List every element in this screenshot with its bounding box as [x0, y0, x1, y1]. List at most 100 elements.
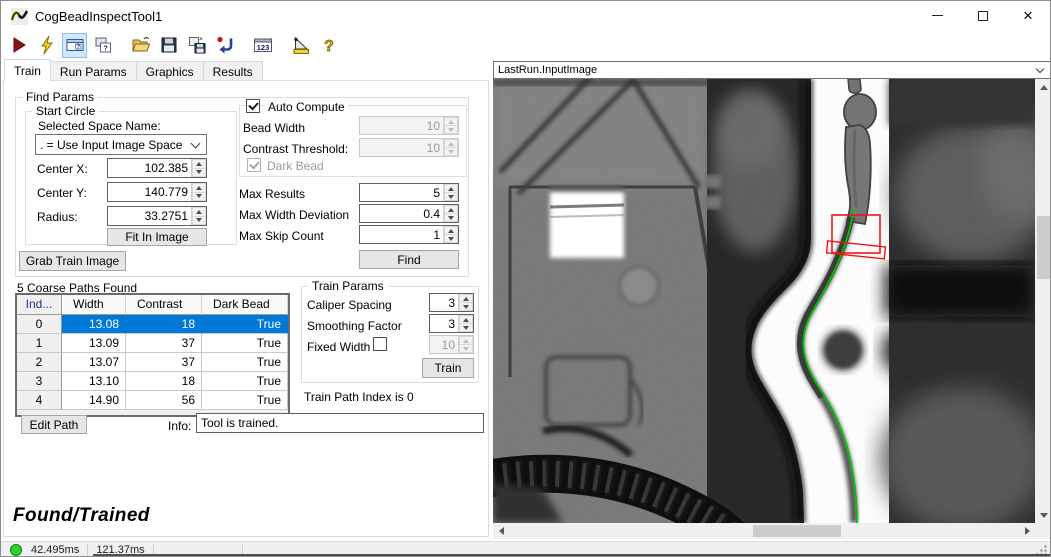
vertical-scroll-thumb[interactable] [1037, 216, 1050, 279]
svg-text:?: ? [324, 38, 334, 55]
train-path-index-note: Train Path Index is 0 [304, 390, 414, 404]
status-ok-icon [10, 544, 22, 556]
image-vertical-scrollbar[interactable] [1035, 79, 1050, 523]
tool-edit-window-button[interactable]: ? [62, 32, 87, 58]
auto-compute-label: Auto Compute [265, 100, 348, 114]
contrast-threshold-value: 10 [426, 141, 440, 155]
space-name-combo[interactable]: . = Use Input Image Space [35, 134, 207, 155]
scroll-right-button[interactable] [1019, 523, 1035, 539]
radius-field[interactable]: 33.2751 [107, 206, 207, 226]
coarse-paths-table: Ind... Width Contrast Dark Bead 0 13.08 … [15, 293, 290, 417]
lightning-icon [40, 35, 53, 55]
max-results-field[interactable]: 5 [359, 183, 459, 202]
fixed-width-value: 10 [441, 338, 455, 352]
save-button[interactable] [156, 33, 181, 58]
tab-run-params[interactable]: Run Params [49, 61, 137, 81]
table-row[interactable]: 4 14.90 56 True [17, 391, 288, 410]
cell-darkbead: True [202, 391, 288, 410]
cell-contrast: 37 [126, 334, 202, 353]
chevron-down-icon [190, 138, 201, 148]
edit-path-button[interactable]: Edit Path [21, 415, 87, 434]
bead-width-spinner [443, 117, 458, 134]
smoothing-factor-field[interactable]: 3 [429, 314, 474, 333]
cell-contrast: 56 [126, 391, 202, 410]
dark-bead-checkbox [247, 158, 261, 172]
grab-train-image-button[interactable]: Grab Train Image [19, 251, 126, 271]
show-record-numbers-button[interactable]: 123 [250, 33, 275, 58]
radius-spinner[interactable] [191, 207, 206, 225]
table-row[interactable]: 1 13.09 37 True [17, 334, 288, 353]
reset-button[interactable] [212, 33, 237, 58]
column-header-index[interactable]: Ind... [17, 295, 62, 315]
column-header-width[interactable]: Width [62, 295, 126, 315]
maximize-button[interactable] [960, 1, 1006, 30]
save-as-button[interactable] [184, 33, 209, 58]
cell-darkbead: True [202, 315, 288, 334]
auto-compute-checkbox[interactable] [246, 99, 260, 113]
floating-window-button[interactable]: ? [90, 33, 115, 58]
open-file-button[interactable] [128, 33, 153, 58]
smoothing-factor-spinner[interactable] [458, 315, 473, 332]
cell-contrast: 18 [126, 315, 202, 334]
train-button[interactable]: Train [422, 358, 474, 378]
find-params-title: Find Params [22, 90, 99, 104]
column-header-darkbead[interactable]: Dark Bead [202, 295, 288, 315]
smoothing-factor-label: Smoothing Factor [307, 319, 402, 333]
cell-width: 13.07 [62, 353, 126, 372]
table-row[interactable]: 0 13.08 18 True [17, 315, 288, 334]
max-width-deviation-spinner[interactable] [443, 205, 458, 222]
center-y-label: Center Y: [37, 186, 87, 200]
max-width-deviation-field[interactable]: 0.4 [359, 204, 459, 223]
inspection-image-display[interactable] [493, 79, 1035, 523]
run-button[interactable] [6, 33, 31, 58]
center-x-spinner[interactable] [191, 159, 206, 177]
horizontal-scroll-thumb[interactable] [753, 525, 841, 537]
reset-icon [216, 36, 232, 54]
table-header-row: Ind... Width Contrast Dark Bead [17, 295, 288, 315]
image-horizontal-scrollbar[interactable] [493, 523, 1035, 539]
electric-run-button[interactable] [34, 33, 59, 58]
center-x-field[interactable]: 102.385 [107, 158, 207, 178]
scroll-down-button[interactable] [1035, 507, 1050, 523]
info-textbox[interactable]: Tool is trained. [196, 413, 484, 433]
close-button[interactable]: × [1005, 1, 1050, 30]
measure-button[interactable] [288, 33, 313, 58]
scroll-left-button[interactable] [493, 523, 509, 539]
cell-index: 2 [17, 353, 62, 372]
help-button[interactable]: ? [316, 33, 341, 58]
info-label: Info: [168, 419, 192, 433]
max-results-spinner[interactable] [443, 184, 458, 201]
scroll-up-icon [1039, 84, 1048, 90]
fixed-width-checkbox[interactable] [373, 337, 387, 351]
table-row[interactable]: 2 13.07 37 True [17, 353, 288, 372]
contrast-threshold-label: Contrast Threshold: [243, 142, 349, 156]
max-skip-count-field[interactable]: 1 [359, 225, 459, 244]
chevron-down-icon [1035, 64, 1045, 73]
center-x-value: 102.385 [144, 161, 188, 175]
column-header-contrast[interactable]: Contrast [126, 295, 202, 315]
help-icon: ? [323, 38, 334, 55]
center-y-field[interactable]: 140.779 [107, 182, 207, 202]
find-button[interactable]: Find [359, 250, 459, 269]
tab-results[interactable]: Results [202, 61, 263, 81]
fit-in-image-button[interactable]: Fit In Image [107, 228, 207, 246]
contrast-threshold-spinner [443, 139, 458, 156]
fixed-width-field: 10 [429, 335, 474, 354]
minimize-button[interactable] [914, 1, 960, 30]
tab-graphics[interactable]: Graphics [135, 61, 204, 81]
caliper-spacing-field[interactable]: 3 [429, 293, 474, 312]
max-results-label: Max Results [239, 187, 306, 201]
save-icon [161, 37, 176, 53]
caliper-spacing-label: Caliper Spacing [307, 298, 392, 312]
cell-contrast: 37 [126, 353, 202, 372]
space-name-value: . = Use Input Image Space [40, 137, 183, 152]
center-y-spinner[interactable] [191, 183, 206, 201]
caliper-spacing-spinner[interactable] [458, 294, 473, 311]
title-bar: CogBeadInspectTool1 × [1, 1, 1050, 31]
max-skip-count-spinner[interactable] [443, 226, 458, 243]
tab-train[interactable]: Train [4, 59, 51, 81]
center-y-value: 140.779 [144, 185, 188, 199]
table-row[interactable]: 3 13.10 18 True [17, 372, 288, 391]
display-record-selector[interactable]: LastRun.InputImage [493, 61, 1050, 79]
scroll-up-button[interactable] [1035, 79, 1050, 95]
